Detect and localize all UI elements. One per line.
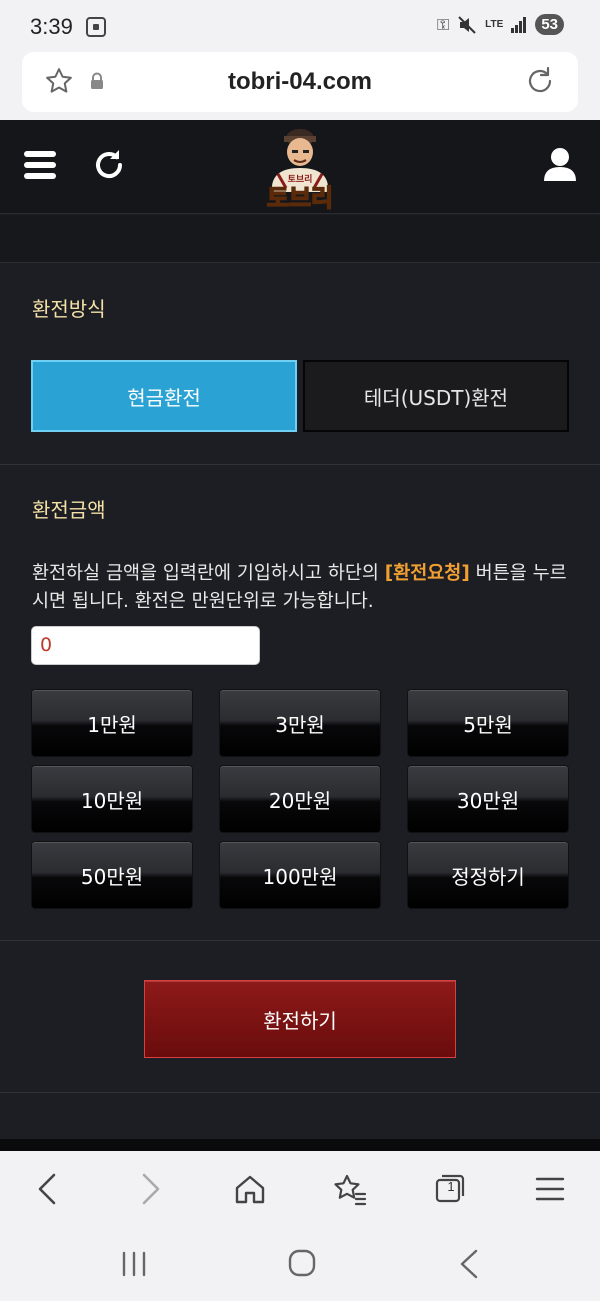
- tab-count: 1: [447, 1179, 455, 1194]
- nav-back-icon[interactable]: [450, 1247, 490, 1281]
- user-icon[interactable]: [542, 147, 578, 181]
- description-text: 환전하실 금액을 입력란에 기입하시고 하단의: [32, 563, 385, 584]
- method-section-title: 환전방식: [32, 297, 106, 321]
- battery-icon: 53: [535, 14, 564, 35]
- browser-url-bar[interactable]: tobri-04.com: [22, 52, 578, 112]
- amount-50man-button[interactable]: 50만원: [31, 841, 193, 909]
- back-icon[interactable]: [28, 1169, 68, 1209]
- logo-text: 토브리: [267, 184, 333, 210]
- amount-1man-button[interactable]: 1만원: [31, 689, 193, 757]
- amount-section-title: 환전금액: [32, 498, 106, 522]
- header-sub-strip: [0, 215, 600, 263]
- method-cash-button[interactable]: 현금환전: [31, 360, 297, 432]
- signal-icon: [511, 16, 527, 33]
- tabs-icon[interactable]: 1: [430, 1169, 470, 1209]
- submit-exchange-button[interactable]: 환전하기: [144, 980, 456, 1058]
- amount-3man-button[interactable]: 3만원: [219, 689, 381, 757]
- amount-5man-button[interactable]: 5만원: [407, 689, 569, 757]
- status-icons: ⚿ LTE 53: [437, 14, 564, 35]
- section-divider: [0, 464, 600, 465]
- refresh-icon[interactable]: [92, 148, 126, 182]
- amount-30man-button[interactable]: 30만원: [407, 765, 569, 833]
- amount-10man-button[interactable]: 10만원: [31, 765, 193, 833]
- android-nav-bar: [0, 1227, 600, 1301]
- method-usdt-button[interactable]: 테더(USDT)환전: [303, 360, 569, 432]
- status-bar: 3:39 ⚿ LTE 53: [0, 0, 600, 54]
- description-highlight: [환전요청]: [384, 563, 470, 584]
- amount-20man-button[interactable]: 20만원: [219, 765, 381, 833]
- site-content: 토브리 토브리 환전방식 현금환전 테더(USDT)환전 환전금액 환전하실 금…: [0, 120, 600, 1151]
- screenshot-icon: [86, 17, 106, 37]
- browser-toolbar: 1: [0, 1151, 600, 1227]
- url-text[interactable]: tobri-04.com: [22, 68, 578, 96]
- amount-100man-button[interactable]: 100만원: [219, 841, 381, 909]
- menu-icon[interactable]: [530, 1169, 570, 1209]
- site-header: 토브리 토브리: [0, 120, 600, 214]
- reload-icon[interactable]: [524, 65, 556, 97]
- lte-icon: LTE: [485, 18, 504, 30]
- section-divider: [0, 1092, 600, 1093]
- recent-apps-icon[interactable]: [114, 1247, 154, 1281]
- amount-description: 환전하실 금액을 입력란에 기입하시고 하단의 [환전요청] 버튼을 누르시면 …: [32, 560, 572, 616]
- hamburger-menu-icon[interactable]: [24, 151, 56, 179]
- forward-icon[interactable]: [130, 1169, 170, 1209]
- home-icon[interactable]: [230, 1169, 270, 1209]
- key-icon: ⚿: [436, 14, 450, 34]
- status-time: 3:39: [30, 14, 73, 39]
- site-logo[interactable]: 토브리 토브리: [258, 124, 342, 210]
- mute-icon: [458, 15, 476, 34]
- site-footer-strip: [0, 1139, 600, 1151]
- section-divider: [0, 940, 600, 941]
- amount-input[interactable]: 0: [31, 626, 260, 665]
- reset-amount-button[interactable]: 정정하기: [407, 841, 569, 909]
- bookmarks-icon[interactable]: [330, 1169, 370, 1209]
- home-circle-icon[interactable]: [282, 1247, 322, 1281]
